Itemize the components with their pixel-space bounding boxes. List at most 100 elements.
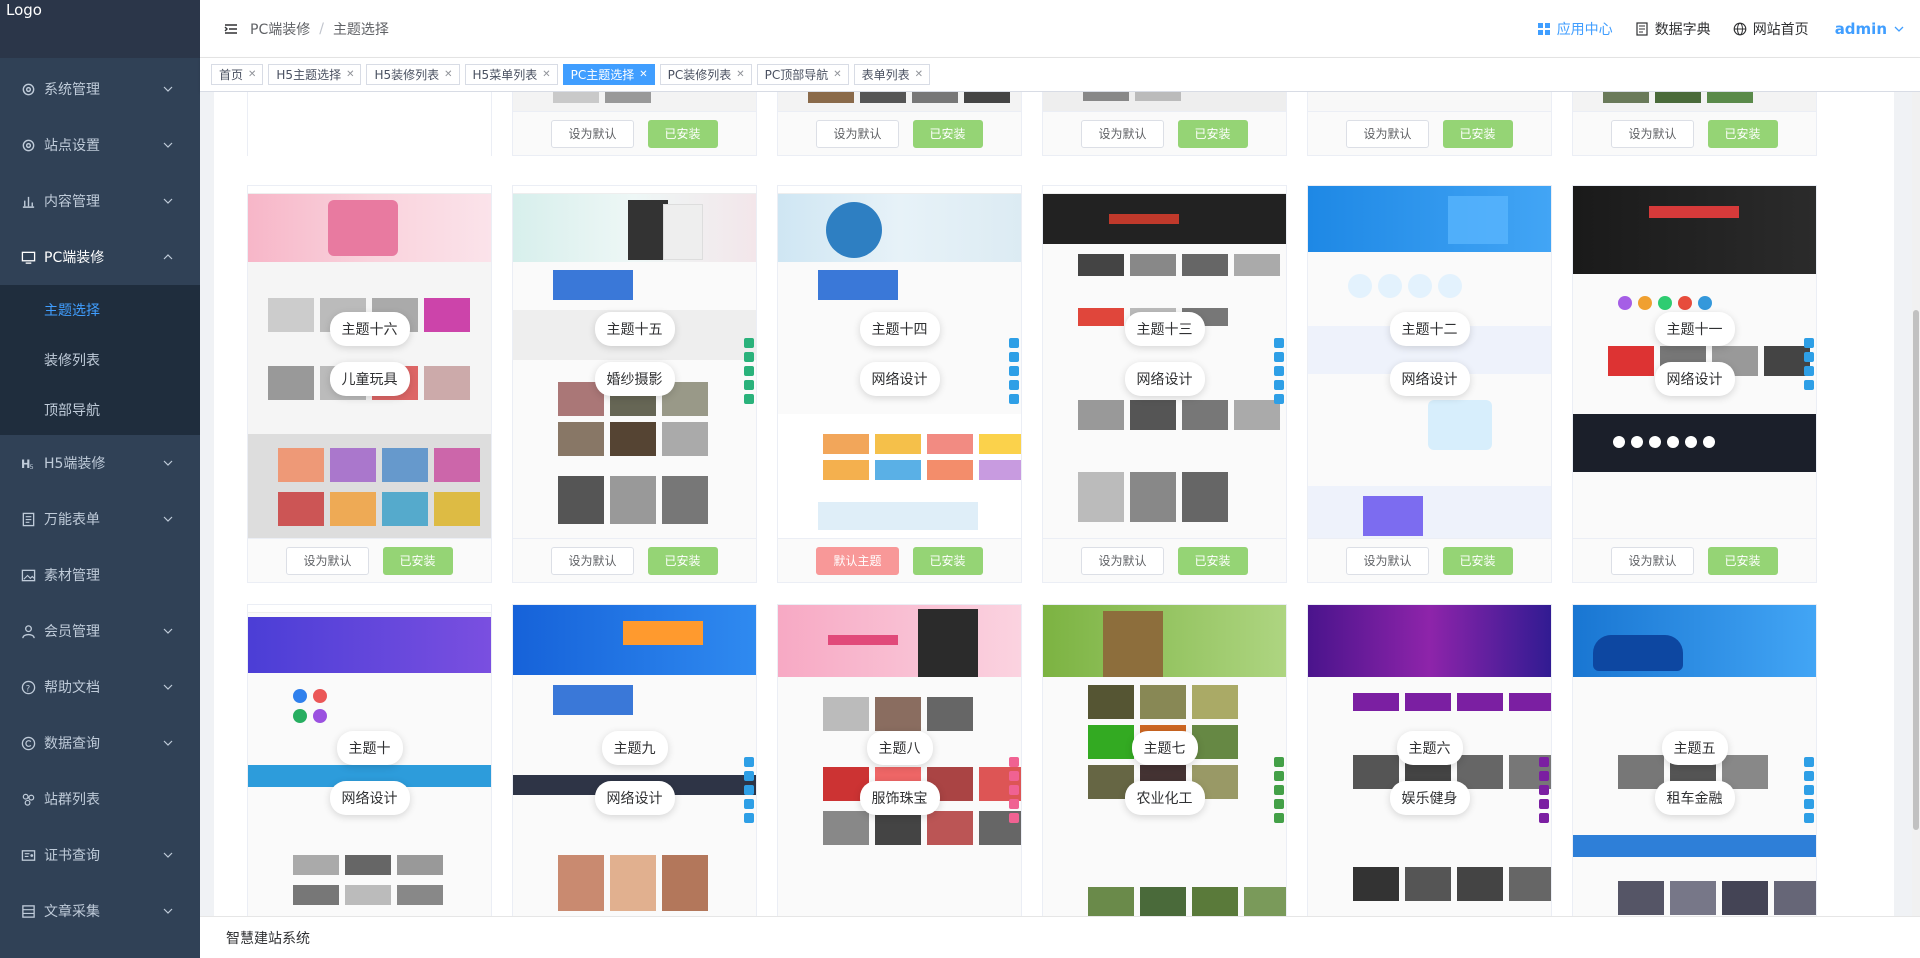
tag-pc-theme[interactable]: PC主题选择 ✕ xyxy=(562,64,655,85)
sidebar-item-site-cluster[interactable]: 站群列表 xyxy=(0,771,200,827)
tag-label: PC顶部导航 xyxy=(764,68,829,82)
theme-name: 主题十 xyxy=(336,731,403,765)
data-dict-link[interactable]: 数据字典 xyxy=(1635,19,1711,39)
sidebar-item-h5-decoration[interactable]: H5 H5端装修 xyxy=(0,435,200,491)
theme-card: 设为默认 已安装 xyxy=(777,92,1022,156)
gear-icon xyxy=(20,81,36,97)
scrollbar-thumb[interactable] xyxy=(1913,310,1919,830)
tag-pc-top-nav[interactable]: PC顶部导航 ✕ xyxy=(756,64,849,85)
sidebar-item-help[interactable]: ? 帮助文档 xyxy=(0,659,200,715)
sidebar-item-pc-decoration[interactable]: PC端装修 xyxy=(0,229,200,285)
theme-card: 主题九 网络设计 xyxy=(512,604,757,916)
sidebar-item-forms[interactable]: 万能表单 xyxy=(0,491,200,547)
close-icon[interactable]: ✕ xyxy=(542,69,550,80)
globe-icon xyxy=(1733,22,1747,35)
tag-h5-decoration[interactable]: H5装修列表 ✕ xyxy=(366,64,460,85)
theme-card: 设为默认 已安装 xyxy=(1042,92,1287,156)
sidebar-item-data-query[interactable]: 数据查询 xyxy=(0,715,200,771)
set-default-button[interactable]: 设为默认 xyxy=(551,546,634,575)
sidebar-item-label: PC端装修 xyxy=(44,250,105,266)
default-theme-button[interactable]: 默认主题 xyxy=(816,546,899,575)
close-icon[interactable]: ✕ xyxy=(639,69,647,80)
installed-button[interactable]: 已安装 xyxy=(1707,546,1778,575)
svg-text:?: ? xyxy=(25,683,29,693)
tag-label: 表单列表 xyxy=(861,68,910,82)
sidebar: Logo 系统管理 站点设置 内容管理 PC端装修 主题选择 装修列表 顶部导航 xyxy=(0,0,200,958)
set-default-button[interactable]: 设为默认 xyxy=(286,546,369,575)
logo-alt-text: Logo xyxy=(6,1,42,19)
installed-button[interactable]: 已安装 xyxy=(647,119,718,148)
installed-button[interactable]: 已安装 xyxy=(1177,119,1248,148)
set-default-button[interactable]: 设为默认 xyxy=(1081,119,1164,148)
set-default-button[interactable]: 设为默认 xyxy=(1611,546,1694,575)
sidebar-item-members[interactable]: 会员管理 xyxy=(0,603,200,659)
breadcrumb-separator: / xyxy=(319,20,324,37)
sidebar-item-article-collect[interactable]: 文章采集 xyxy=(0,883,200,939)
sidebar-item-materials[interactable]: 素材管理 xyxy=(0,547,200,603)
tag-form-list[interactable]: 表单列表 ✕ xyxy=(853,64,931,85)
form-icon xyxy=(20,511,36,527)
theme-preview: 主题十二 网络设计 xyxy=(1308,186,1551,538)
installed-button[interactable]: 已安装 xyxy=(382,546,453,575)
close-icon[interactable]: ✕ xyxy=(346,69,354,80)
installed-button[interactable]: 已安装 xyxy=(1442,546,1513,575)
vertical-scrollbar[interactable] xyxy=(1912,92,1920,916)
set-default-button[interactable]: 设为默认 xyxy=(816,119,899,148)
theme-category: 网络设计 xyxy=(1654,362,1735,396)
theme-preview xyxy=(513,92,756,111)
set-default-button[interactable]: 设为默认 xyxy=(1081,546,1164,575)
top-header: PC端装修 / 主题选择 应用中心 数据字典 网站首页 admin xyxy=(200,0,1920,58)
user-menu[interactable]: admin xyxy=(1835,20,1905,38)
installed-button[interactable]: 已安装 xyxy=(1442,119,1513,148)
site-home-link[interactable]: 网站首页 xyxy=(1733,19,1809,39)
close-icon[interactable]: ✕ xyxy=(833,69,841,80)
theme-card: 设为默认 已安装 xyxy=(512,92,757,156)
app-center-link[interactable]: 应用中心 xyxy=(1537,19,1613,39)
theme-card: 主题五 租车金融 xyxy=(1572,604,1817,916)
set-default-button[interactable]: 设为默认 xyxy=(1346,546,1429,575)
hamburger-icon[interactable] xyxy=(224,22,238,36)
pc-submenu: 主题选择 装修列表 顶部导航 xyxy=(0,285,200,435)
theme-preview: 主题十三 网络设计 xyxy=(1043,186,1286,538)
close-icon[interactable]: ✕ xyxy=(915,69,923,80)
sidebar-subitem-top-nav[interactable]: 顶部导航 xyxy=(0,385,200,435)
sidebar-subitem-decoration-list[interactable]: 装修列表 xyxy=(0,335,200,385)
installed-button[interactable]: 已安装 xyxy=(647,546,718,575)
tag-h5-menu[interactable]: H5菜单列表 ✕ xyxy=(464,64,558,85)
close-icon[interactable]: ✕ xyxy=(248,69,256,80)
sidebar-item-label: 文章采集 xyxy=(44,904,100,920)
close-icon[interactable]: ✕ xyxy=(444,69,452,80)
user-icon xyxy=(20,623,36,639)
installed-button[interactable]: 已安装 xyxy=(912,119,983,148)
card-actions: 设为默认 已安装 xyxy=(1308,538,1551,582)
theme-name: 主题七 xyxy=(1131,731,1198,765)
svg-text:5: 5 xyxy=(29,463,33,471)
installed-button[interactable]: 已安装 xyxy=(1177,546,1248,575)
set-default-button[interactable]: 设为默认 xyxy=(551,119,634,148)
set-default-button[interactable]: 设为默认 xyxy=(1346,119,1429,148)
theme-preview xyxy=(778,92,1021,111)
chevron-down-icon xyxy=(163,628,173,634)
theme-card: 主题十四 网络设计 默认主题 已安装 xyxy=(777,185,1022,583)
h5-icon: H5 xyxy=(20,455,36,471)
theme-card: 主题八 服饰珠宝 xyxy=(777,604,1022,916)
chevron-down-icon xyxy=(1894,26,1904,32)
sidebar-item-certificate[interactable]: 证书查询 xyxy=(0,827,200,883)
tag-pc-decoration[interactable]: PC装修列表 ✕ xyxy=(659,64,752,85)
installed-button[interactable]: 已安装 xyxy=(1707,119,1778,148)
theme-preview: 主题九 网络设计 xyxy=(513,605,756,916)
sidebar-subitem-theme-select[interactable]: 主题选择 xyxy=(0,285,200,335)
sidebar-item-site-settings[interactable]: 站点设置 xyxy=(0,117,200,173)
tag-h5-theme[interactable]: H5主题选择 ✕ xyxy=(268,64,362,85)
theme-card: 主题十五 婚纱摄影 设为默认 已安装 xyxy=(512,185,757,583)
installed-button[interactable]: 已安装 xyxy=(912,546,983,575)
sidebar-item-system[interactable]: 系统管理 xyxy=(0,61,200,117)
tag-home[interactable]: 首页 ✕ xyxy=(211,64,264,85)
data-dict-label: 数据字典 xyxy=(1654,21,1711,38)
set-default-button[interactable]: 设为默认 xyxy=(1611,119,1694,148)
close-icon[interactable]: ✕ xyxy=(736,69,744,80)
breadcrumb-item[interactable]: PC端装修 xyxy=(250,19,310,39)
theme-preview: 主题七 农业化工 xyxy=(1043,605,1286,916)
sidebar-item-label: 内容管理 xyxy=(44,194,100,210)
sidebar-item-content[interactable]: 内容管理 xyxy=(0,173,200,229)
